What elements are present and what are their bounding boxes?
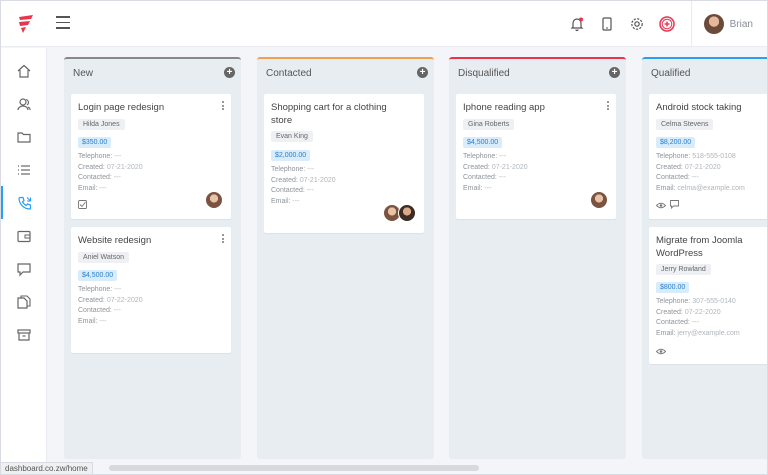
- top-actions: Brian: [561, 1, 767, 47]
- app-logo-icon[interactable]: [15, 13, 37, 35]
- sidebar-item-archive[interactable]: [1, 318, 47, 351]
- home-icon: [17, 64, 31, 78]
- owner-tag: Jerry Rowland: [656, 264, 711, 275]
- lead-card[interactable]: Login page redesign Hilda Jones $350.00 …: [71, 94, 231, 219]
- chat-icon: [17, 262, 31, 276]
- price-badge: $4,500.00: [463, 137, 503, 148]
- bell-icon: [570, 17, 584, 32]
- lead-card[interactable]: Android stock taking Celma Stevens $8,20…: [649, 94, 767, 219]
- price-badge: $2,000.00: [271, 150, 311, 161]
- tablet-button[interactable]: [593, 10, 621, 38]
- menu-toggle-button[interactable]: [56, 16, 70, 29]
- add-card-button[interactable]: +: [417, 67, 428, 78]
- folder-icon: [17, 131, 31, 143]
- user-name: Brian: [729, 18, 753, 30]
- column-title: Disqualified: [458, 68, 510, 79]
- column-disqualified: Disqualified + Iphone reading app Gina R…: [449, 57, 626, 459]
- card-title: Website redesign: [78, 235, 152, 246]
- sidebar-item-files[interactable]: [1, 120, 47, 153]
- sidebar-item-home[interactable]: [1, 54, 47, 87]
- notifications-button[interactable]: [563, 10, 591, 38]
- card-meta: Telephone: 518-555-0108 Created: 07-21-2…: [656, 153, 745, 192]
- lead-card[interactable]: Shopping cart for a clothing store Evan …: [264, 94, 424, 233]
- card-menu-button[interactable]: [221, 101, 225, 111]
- sidebar-item-contacts[interactable]: [1, 87, 47, 120]
- sidebar: [1, 48, 47, 464]
- card-meta: Telephone: --- Created: 07-22-2020 Conta…: [78, 286, 143, 325]
- card-title: Android stock taking: [656, 102, 742, 113]
- column-title: Qualified: [651, 68, 691, 79]
- sidebar-item-chat[interactable]: [1, 252, 47, 285]
- phone-icon: [18, 196, 32, 210]
- column-title: Contacted: [266, 68, 312, 79]
- card-meta: Telephone: --- Created: 07-21-2020 Conta…: [78, 153, 143, 192]
- column-contacted: Contacted + Shopping cart for a clothing…: [257, 57, 434, 459]
- card-meta: Telephone: 307-555-0140 Created: 07-22-2…: [656, 298, 740, 337]
- archive-icon: [17, 328, 31, 341]
- price-badge: $8,200.00: [656, 137, 696, 148]
- avatar: [703, 14, 724, 34]
- sidebar-item-list[interactable]: [1, 153, 47, 186]
- add-card-button[interactable]: +: [609, 67, 620, 78]
- top-bar: Brian: [1, 1, 767, 47]
- owner-tag: Aniel Watson: [78, 252, 129, 263]
- card-title: Login page redesign: [78, 102, 165, 113]
- browser-status-url: dashboard.co.zw/home: [1, 462, 93, 474]
- checkbox-icon[interactable]: [78, 200, 87, 209]
- sidebar-item-wallet[interactable]: [1, 219, 47, 252]
- column-title: New: [73, 68, 94, 79]
- wallet-icon: [17, 230, 31, 242]
- add-card-button[interactable]: +: [224, 67, 235, 78]
- add-circle-icon: [658, 16, 675, 32]
- card-title: Migrate from Joomla WordPress: [656, 235, 743, 259]
- card-title: Iphone reading app: [463, 102, 545, 113]
- assignee-avatar: [398, 204, 416, 222]
- horizontal-scrollbar[interactable]: [109, 465, 479, 471]
- lead-card[interactable]: Website redesign Aniel Watson $4,500.00 …: [71, 227, 231, 353]
- card-meta: Telephone: --- Created: 07-21-2020 Conta…: [271, 166, 336, 205]
- settings-button[interactable]: [623, 10, 651, 38]
- owner-tag: Hilda Jones: [78, 119, 125, 130]
- card-title: Shopping cart for a clothing store: [271, 102, 387, 126]
- price-badge: $350.00: [78, 137, 112, 148]
- tablet-icon: [602, 17, 612, 31]
- user-menu[interactable]: Brian: [690, 1, 767, 47]
- column-new: New + Login page redesign Hilda Jones $3…: [64, 57, 241, 459]
- sidebar-item-documents[interactable]: [1, 285, 47, 318]
- eye-icon[interactable]: [656, 347, 666, 356]
- owner-tag: Evan King: [271, 131, 313, 142]
- comment-icon[interactable]: [670, 200, 679, 209]
- card-menu-button[interactable]: [221, 234, 225, 244]
- lead-card[interactable]: Iphone reading app Gina Roberts $4,500.0…: [456, 94, 616, 219]
- column-qualified: Qualified Android stock taking Celma Ste…: [642, 57, 767, 459]
- card-meta: Telephone: --- Created: 07-21-2020 Conta…: [463, 153, 528, 192]
- users-icon: [17, 97, 31, 110]
- list-icon: [18, 164, 30, 175]
- sidebar-item-leads[interactable]: [1, 186, 47, 219]
- documents-icon: [17, 294, 31, 309]
- kanban-board: New + Login page redesign Hilda Jones $3…: [48, 48, 767, 464]
- lead-card[interactable]: Migrate from Joomla WordPress Jerry Rowl…: [649, 227, 767, 364]
- assignee-avatar: [205, 191, 223, 209]
- owner-tag: Gina Roberts: [463, 119, 515, 130]
- card-menu-button[interactable]: [606, 101, 610, 111]
- eye-icon[interactable]: [656, 201, 666, 210]
- assignee-avatar: [590, 191, 608, 209]
- add-new-button[interactable]: [653, 10, 681, 38]
- gear-icon: [630, 18, 643, 30]
- price-badge: $4,500.00: [78, 270, 118, 281]
- price-badge: $800.00: [656, 282, 690, 293]
- owner-tag: Celma Stevens: [656, 119, 714, 130]
